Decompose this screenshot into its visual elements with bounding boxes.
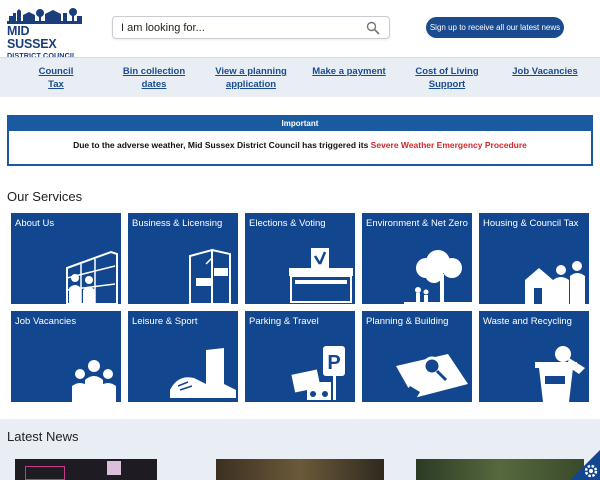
service-tile-planning-building[interactable]: Planning & Building: [362, 311, 472, 402]
service-tile-business-licensing[interactable]: Business & Licensing: [128, 213, 238, 304]
council-logo[interactable]: MID SUSSEX DISTRICT COUNCIL: [7, 7, 82, 60]
newsletter-signup-button[interactable]: Sign up to receive all our latest news: [426, 17, 564, 38]
alert-heading: Important: [9, 117, 591, 131]
logo-line1: MID SUSSEX: [7, 24, 57, 51]
cookie-settings-gear-icon[interactable]: [570, 450, 600, 480]
news-card-frame: [25, 466, 65, 480]
search-icon[interactable]: [366, 21, 380, 35]
tile-label: Planning & Building: [366, 316, 449, 327]
shop-door-icon: [189, 248, 231, 304]
search-input[interactable]: [121, 17, 351, 38]
latest-news-heading: Latest News: [7, 429, 79, 444]
search-box: [112, 16, 390, 39]
quicklink-bin-collection[interactable]: Bin collection dates: [110, 65, 198, 91]
tile-label: Leisure & Sport: [132, 316, 198, 327]
news-card-badge: [107, 461, 121, 475]
alert-emergency-link[interactable]: Severe Weather Emergency Procedure: [371, 140, 527, 150]
service-tile-about-us[interactable]: About Us: [11, 213, 121, 304]
svg-text:P: P: [327, 352, 340, 374]
tile-label: Environment & Net Zero: [366, 218, 468, 229]
quicklink-make-payment[interactable]: Make a payment: [312, 65, 386, 78]
site-header: MID SUSSEX DISTRICT COUNCIL Sign up to r…: [0, 0, 600, 60]
service-tile-leisure-sport[interactable]: Leisure & Sport: [128, 311, 238, 402]
weather-alert-banner: Important Due to the adverse weather, Mi…: [7, 115, 593, 166]
tile-label: About Us: [15, 218, 55, 229]
tile-label: Business & Licensing: [132, 218, 223, 229]
alert-body: Due to the adverse weather, Mid Sussex D…: [9, 131, 591, 159]
recycling-bin-icon: [535, 346, 585, 402]
service-tile-waste-recycling[interactable]: Waste and Recycling: [479, 311, 589, 402]
news-card-image[interactable]: [416, 459, 584, 480]
tree-family-icon: [404, 250, 472, 304]
service-tile-environment-net-zero[interactable]: Environment & Net Zero: [362, 213, 472, 304]
skyline-logo-icon: [7, 8, 82, 24]
service-tile-job-vacancies[interactable]: Job Vacancies: [11, 311, 121, 402]
tile-label: Parking & Travel: [249, 316, 319, 327]
building-people-icon: [66, 250, 118, 304]
news-card-image[interactable]: [15, 459, 157, 480]
group-people-icon: [72, 360, 116, 402]
ballot-box-icon: [289, 248, 353, 303]
services-heading: Our Services: [7, 189, 83, 204]
service-tile-parking-travel[interactable]: Parking & Travel P: [245, 311, 355, 402]
plan-magnifier-icon: [396, 354, 468, 402]
alert-text: Due to the adverse weather, Mid Sussex D…: [73, 140, 371, 150]
tile-label: Housing & Council Tax: [483, 218, 579, 229]
boot-trainer-icon: [170, 348, 236, 398]
tile-label: Waste and Recycling: [483, 316, 572, 327]
tile-label: Job Vacancies: [15, 316, 77, 327]
quicklink-council-tax[interactable]: Council Tax: [31, 65, 81, 91]
house-family-icon: [525, 261, 585, 304]
quicklink-job-vacancies[interactable]: Job Vacancies: [512, 65, 578, 78]
parking-sign-icon: P: [291, 346, 345, 400]
quicklink-planning-application[interactable]: View a planning application: [214, 65, 288, 91]
news-card-image[interactable]: [216, 459, 384, 480]
quick-links-bar: Council Tax Bin collection dates View a …: [0, 57, 600, 97]
tile-label: Elections & Voting: [249, 218, 326, 229]
service-tile-elections-voting[interactable]: Elections & Voting: [245, 213, 355, 304]
quicklink-cost-of-living[interactable]: Cost of Living Support: [413, 65, 481, 91]
service-tile-housing-council-tax[interactable]: Housing & Council Tax: [479, 213, 589, 304]
